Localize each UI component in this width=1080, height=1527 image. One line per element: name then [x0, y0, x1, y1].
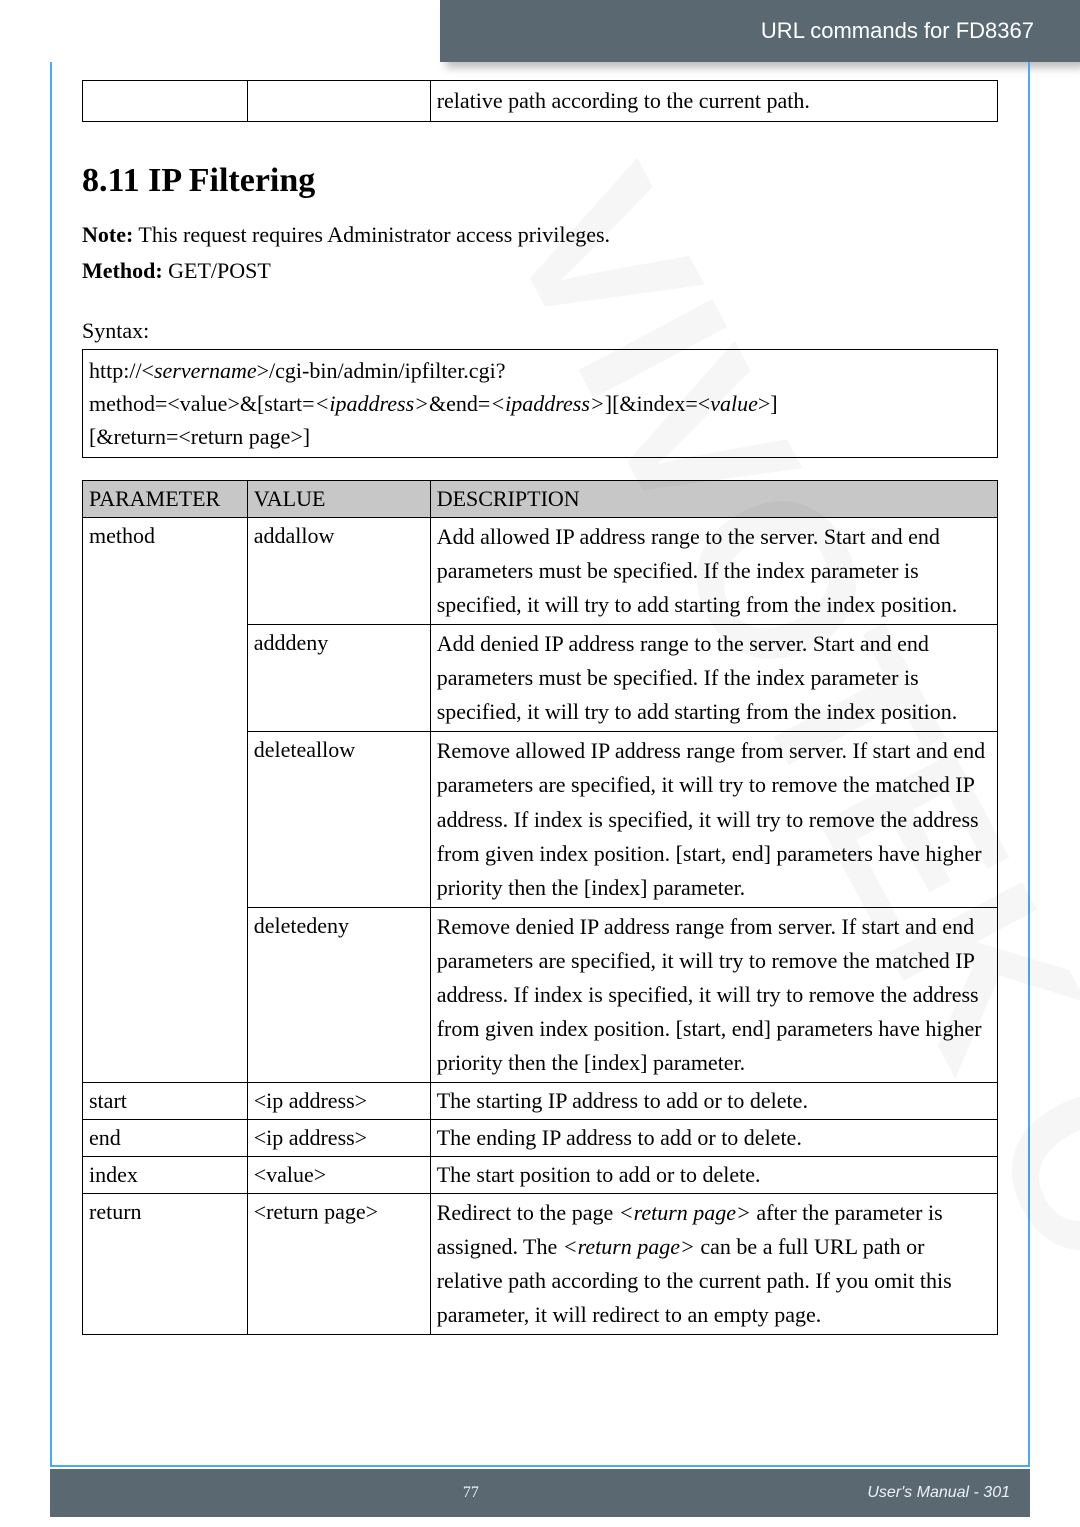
- syntax-text: >]: [758, 391, 778, 416]
- cell-desc: Add allowed IP address range to the serv…: [430, 517, 997, 624]
- intro-cell-2: [247, 81, 430, 122]
- cell-desc: Remove allowed IP address range from ser…: [430, 732, 997, 907]
- cell-param: return: [83, 1193, 248, 1334]
- cell-value: <value>: [247, 1157, 430, 1194]
- intro-cell-3: relative path according to the current p…: [430, 81, 997, 122]
- note-line: Note: This request requires Administrato…: [82, 219, 998, 251]
- syntax-text: &end=: [429, 391, 490, 416]
- cell-desc: Redirect to the page <return page> after…: [430, 1193, 997, 1334]
- cell-value: adddeny: [247, 625, 430, 732]
- syntax-label: Syntax:: [82, 315, 998, 347]
- page-footer: 77 User's Manual - 301: [50, 1469, 1030, 1517]
- syntax-line-3: [&return=<return page>]: [89, 420, 991, 453]
- table-row: relative path according to the current p…: [83, 81, 998, 122]
- syntax-line-1: http://<servername>/cgi-bin/admin/ipfilt…: [89, 354, 991, 387]
- method-label: Method:: [82, 258, 163, 283]
- cell-desc: The start position to add or to delete.: [430, 1157, 997, 1194]
- footer-left: [70, 1484, 74, 1502]
- cell-desc: The starting IP address to add or to del…: [430, 1083, 997, 1120]
- footer-page-number: 77: [463, 1484, 479, 1502]
- page-header: URL commands for FD8367: [440, 0, 1080, 62]
- syntax-box: http://<servername>/cgi-bin/admin/ipfilt…: [82, 349, 998, 458]
- cell-param: index: [83, 1157, 248, 1194]
- page-header-title: URL commands for FD8367: [761, 18, 1034, 44]
- cell-value: <ip address>: [247, 1120, 430, 1157]
- table-row: start <ip address> The starting IP addre…: [83, 1083, 998, 1120]
- cell-desc: Remove denied IP address range from serv…: [430, 907, 997, 1082]
- cell-param: start: [83, 1083, 248, 1120]
- cell-desc: The ending IP address to add or to delet…: [430, 1120, 997, 1157]
- cell-value: addallow: [247, 517, 430, 624]
- cell-value: <ip address>: [247, 1083, 430, 1120]
- cell-value: deleteallow: [247, 732, 430, 907]
- method-text: GET/POST: [163, 258, 271, 283]
- table-row: return <return page> Redirect to the pag…: [83, 1193, 998, 1334]
- table-row: method addallow Add allowed IP address r…: [83, 517, 998, 624]
- parameter-table: PARAMETER VALUE DESCRIPTION method addal…: [82, 480, 998, 1335]
- syntax-var: <ipaddress>: [490, 391, 604, 416]
- cell-value: <return page>: [247, 1193, 430, 1334]
- intro-cell-1: [83, 81, 248, 122]
- syntax-var: value: [710, 391, 758, 416]
- section-heading: 8.11 IP Filtering: [82, 156, 998, 205]
- th-description: DESCRIPTION: [430, 480, 997, 517]
- table-header-row: PARAMETER VALUE DESCRIPTION: [83, 480, 998, 517]
- table-row: index <value> The start position to add …: [83, 1157, 998, 1194]
- cell-param: end: [83, 1120, 248, 1157]
- th-value: VALUE: [247, 480, 430, 517]
- cell-desc: Add denied IP address range to the serve…: [430, 625, 997, 732]
- desc-var: <return page>: [619, 1200, 751, 1225]
- note-text: This request requires Administrator acce…: [133, 222, 610, 247]
- intro-table: relative path according to the current p…: [82, 80, 998, 122]
- syntax-var: servername: [154, 358, 257, 383]
- desc-var: <return page>: [563, 1234, 695, 1259]
- syntax-text: >/cgi-bin/admin/ipfilter.cgi?: [257, 358, 506, 383]
- page-body: relative path according to the current p…: [52, 62, 1028, 1365]
- footer-right: User's Manual - 301: [867, 1484, 1010, 1502]
- th-parameter: PARAMETER: [83, 480, 248, 517]
- content-border: relative path according to the current p…: [50, 62, 1030, 1467]
- table-row: end <ip address> The ending IP address t…: [83, 1120, 998, 1157]
- note-label: Note:: [82, 222, 133, 247]
- syntax-var: <ipaddress>: [315, 391, 429, 416]
- cell-param: method: [83, 517, 248, 1083]
- syntax-text: http://<: [89, 358, 154, 383]
- syntax-text: method=<value>&[start=: [89, 391, 315, 416]
- syntax-text: ][&index=<: [605, 391, 710, 416]
- method-line: Method: GET/POST: [82, 255, 998, 287]
- syntax-line-2: method=<value>&[start=<ipaddress>&end=<i…: [89, 387, 991, 420]
- desc-text: Redirect to the page: [437, 1200, 619, 1225]
- cell-value: deletedeny: [247, 907, 430, 1082]
